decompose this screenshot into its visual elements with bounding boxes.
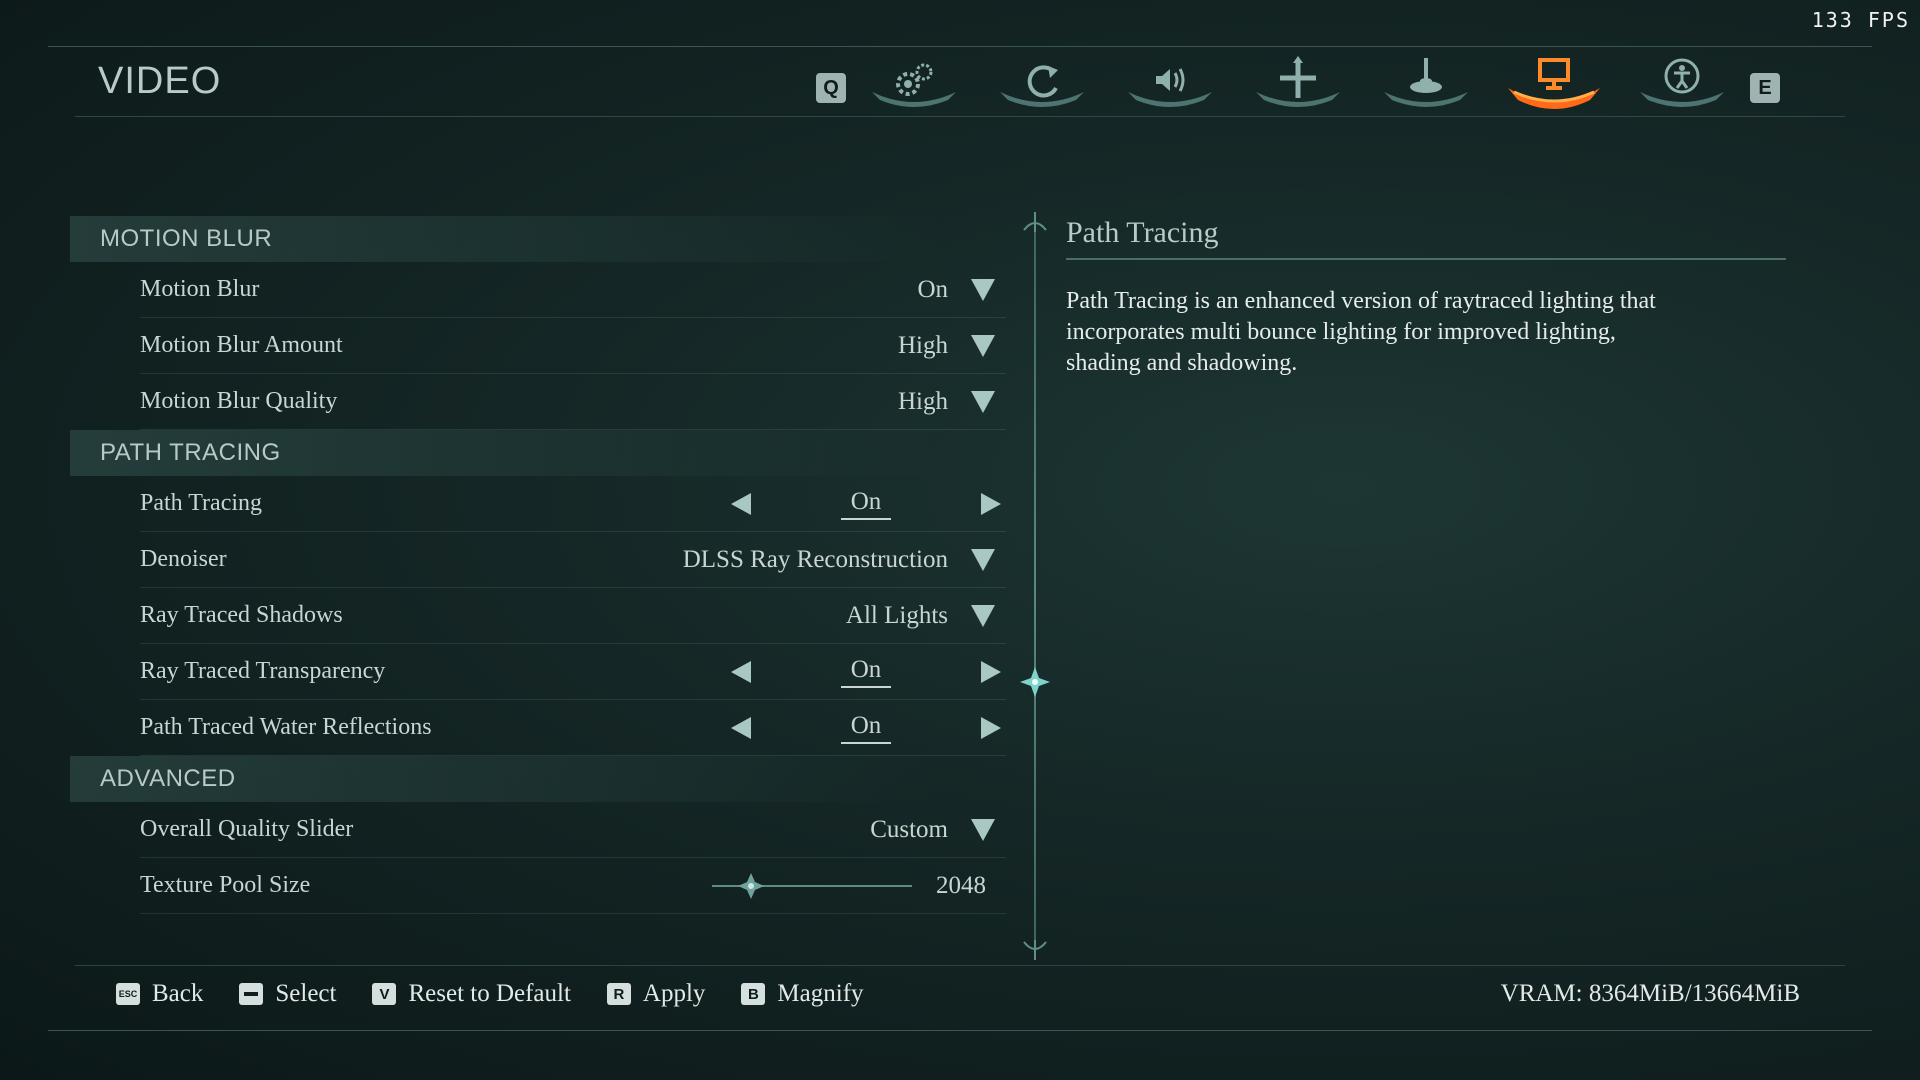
vram-usage: VRAM: 8364MiB/13664MiB [1500, 980, 1800, 1007]
setting-label: Overall Quality Slider [140, 816, 354, 842]
dropdown-arrow-icon[interactable] [968, 815, 998, 845]
dropdown-arrow-icon[interactable] [968, 275, 998, 305]
apply-label: Apply [642, 980, 706, 1007]
prev-tab-key[interactable]: Q [816, 73, 846, 103]
setting-value: On [840, 712, 892, 744]
monitor-icon [1508, 58, 1600, 109]
tab-accessibility[interactable] [1618, 52, 1746, 112]
tab-gameplay[interactable] [1234, 52, 1362, 112]
dropdown-arrow-icon[interactable] [968, 545, 998, 575]
setting-value: High [898, 387, 948, 415]
footer-separator [75, 965, 1845, 966]
option-stepper: On [726, 488, 1006, 520]
dropdown-arrow-icon[interactable] [968, 387, 998, 417]
setting-label: Path Tracing [140, 490, 263, 516]
enter-key-icon [239, 983, 264, 1005]
scroll-up-ornament-icon [1023, 212, 1047, 232]
dropdown-arrow-icon[interactable] [968, 601, 998, 631]
setting-row-path-traced-water-reflections[interactable]: Path Traced Water Reflections On [140, 700, 1006, 756]
setting-row-overall-quality-slider[interactable]: Overall Quality Slider Custom [140, 802, 1006, 858]
setting-row-motion-blur[interactable]: Motion Blur On [140, 262, 1006, 318]
fps-counter: 133 FPS [1811, 8, 1910, 32]
scroll-thumb-icon[interactable] [1020, 667, 1050, 697]
texture-pool-slider[interactable] [712, 871, 912, 901]
crosshair-icon [1256, 56, 1340, 107]
setting-value: High [898, 331, 948, 359]
setting-label: Motion Blur Quality [140, 388, 338, 414]
v-key-icon: V [372, 983, 397, 1005]
left-arrow-icon[interactable] [726, 489, 756, 519]
setting-label: Ray Traced Shadows [140, 602, 343, 628]
frame-top-border [48, 46, 1872, 47]
setting-row-motion-blur-quality[interactable]: Motion Blur Quality High [140, 374, 1006, 430]
select-label: Select [275, 980, 337, 1007]
next-tab-key[interactable]: E [1750, 73, 1780, 103]
setting-label: Motion Blur [140, 276, 260, 302]
section-header-motion-blur: MOTION BLUR [70, 216, 940, 262]
esc-key-icon: ESC [116, 983, 140, 1005]
setting-label: Texture Pool Size [140, 872, 311, 898]
settings-list: MOTION BLUR Motion Blur On Motion Blur A… [70, 216, 1006, 914]
magnify-button[interactable]: B Magnify [741, 980, 864, 1008]
gears-icon [872, 63, 956, 107]
back-label: Back [152, 980, 204, 1007]
setting-row-texture-pool-size[interactable]: Texture Pool Size 2048 [140, 858, 1006, 914]
setting-value: Custom [870, 815, 948, 843]
setting-row-ray-traced-shadows[interactable]: Ray Traced Shadows All Lights [140, 588, 1006, 644]
scroll-down-ornament-icon [1023, 940, 1047, 960]
setting-value: On [840, 656, 892, 688]
reset-label: Reset to Default [408, 980, 571, 1007]
setting-label: Denoiser [140, 546, 227, 572]
accessibility-icon [1640, 58, 1724, 107]
select-button[interactable]: Select [239, 980, 336, 1008]
tab-video[interactable] [1490, 52, 1618, 112]
slider-knob-icon[interactable] [738, 872, 764, 899]
setting-label: Ray Traced Transparency [140, 658, 386, 684]
category-tab-bar: Q E [816, 52, 1780, 112]
footer-controls: ESC Back Select V Reset to Default R App… [116, 980, 900, 1008]
r-key-icon: R [606, 983, 631, 1005]
right-arrow-icon[interactable] [976, 713, 1006, 743]
setting-label: Path Traced Water Reflections [140, 714, 432, 740]
reset-to-default-button[interactable]: V Reset to Default [372, 980, 571, 1008]
option-stepper: On [726, 712, 1006, 744]
frame-bottom-border [48, 1030, 1872, 1031]
b-key-icon: B [741, 983, 766, 1005]
setting-row-denoiser[interactable]: Denoiser DLSS Ray Reconstruction [140, 532, 1006, 588]
setting-value: On [840, 488, 892, 520]
setting-value: DLSS Ray Reconstruction [682, 545, 948, 573]
setting-row-ray-traced-transparency[interactable]: Ray Traced Transparency On [140, 644, 1006, 700]
description-body: Path Tracing is an enhanced version of r… [1066, 288, 1656, 376]
section-header-advanced: ADVANCED [70, 756, 940, 802]
setting-row-path-tracing[interactable]: Path Tracing On [140, 476, 1006, 532]
setting-label: Motion Blur Amount [140, 332, 343, 358]
setting-value: On [917, 275, 948, 303]
tab-general[interactable] [850, 52, 978, 112]
setting-value: 2048 [936, 871, 986, 899]
left-arrow-icon[interactable] [726, 657, 756, 687]
right-arrow-icon[interactable] [976, 657, 1006, 687]
scrollbar-track[interactable] [1034, 222, 1036, 950]
left-arrow-icon[interactable] [726, 713, 756, 743]
tab-gamepad[interactable] [1362, 52, 1490, 112]
description-panel: Path Tracing Path Tracing is an enhanced… [1066, 216, 1786, 379]
option-stepper: On [726, 656, 1006, 688]
dropdown-arrow-icon[interactable] [968, 331, 998, 361]
joystick-icon [1384, 58, 1468, 107]
header-underline [75, 116, 1845, 117]
tab-controls[interactable] [978, 52, 1106, 112]
speaker-icon [1128, 68, 1212, 107]
page-title: VIDEO [98, 60, 222, 102]
setting-value: All Lights [845, 601, 948, 629]
back-button[interactable]: ESC Back [116, 980, 203, 1008]
apply-button[interactable]: R Apply [606, 980, 706, 1008]
setting-row-motion-blur-amount[interactable]: Motion Blur Amount High [140, 318, 1006, 374]
description-title: Path Tracing [1066, 216, 1786, 260]
right-arrow-icon[interactable] [976, 489, 1006, 519]
magnify-label: Magnify [777, 980, 864, 1007]
tab-audio[interactable] [1106, 52, 1234, 112]
section-header-path-tracing: PATH TRACING [70, 430, 940, 476]
rotate-icon [1000, 65, 1084, 107]
